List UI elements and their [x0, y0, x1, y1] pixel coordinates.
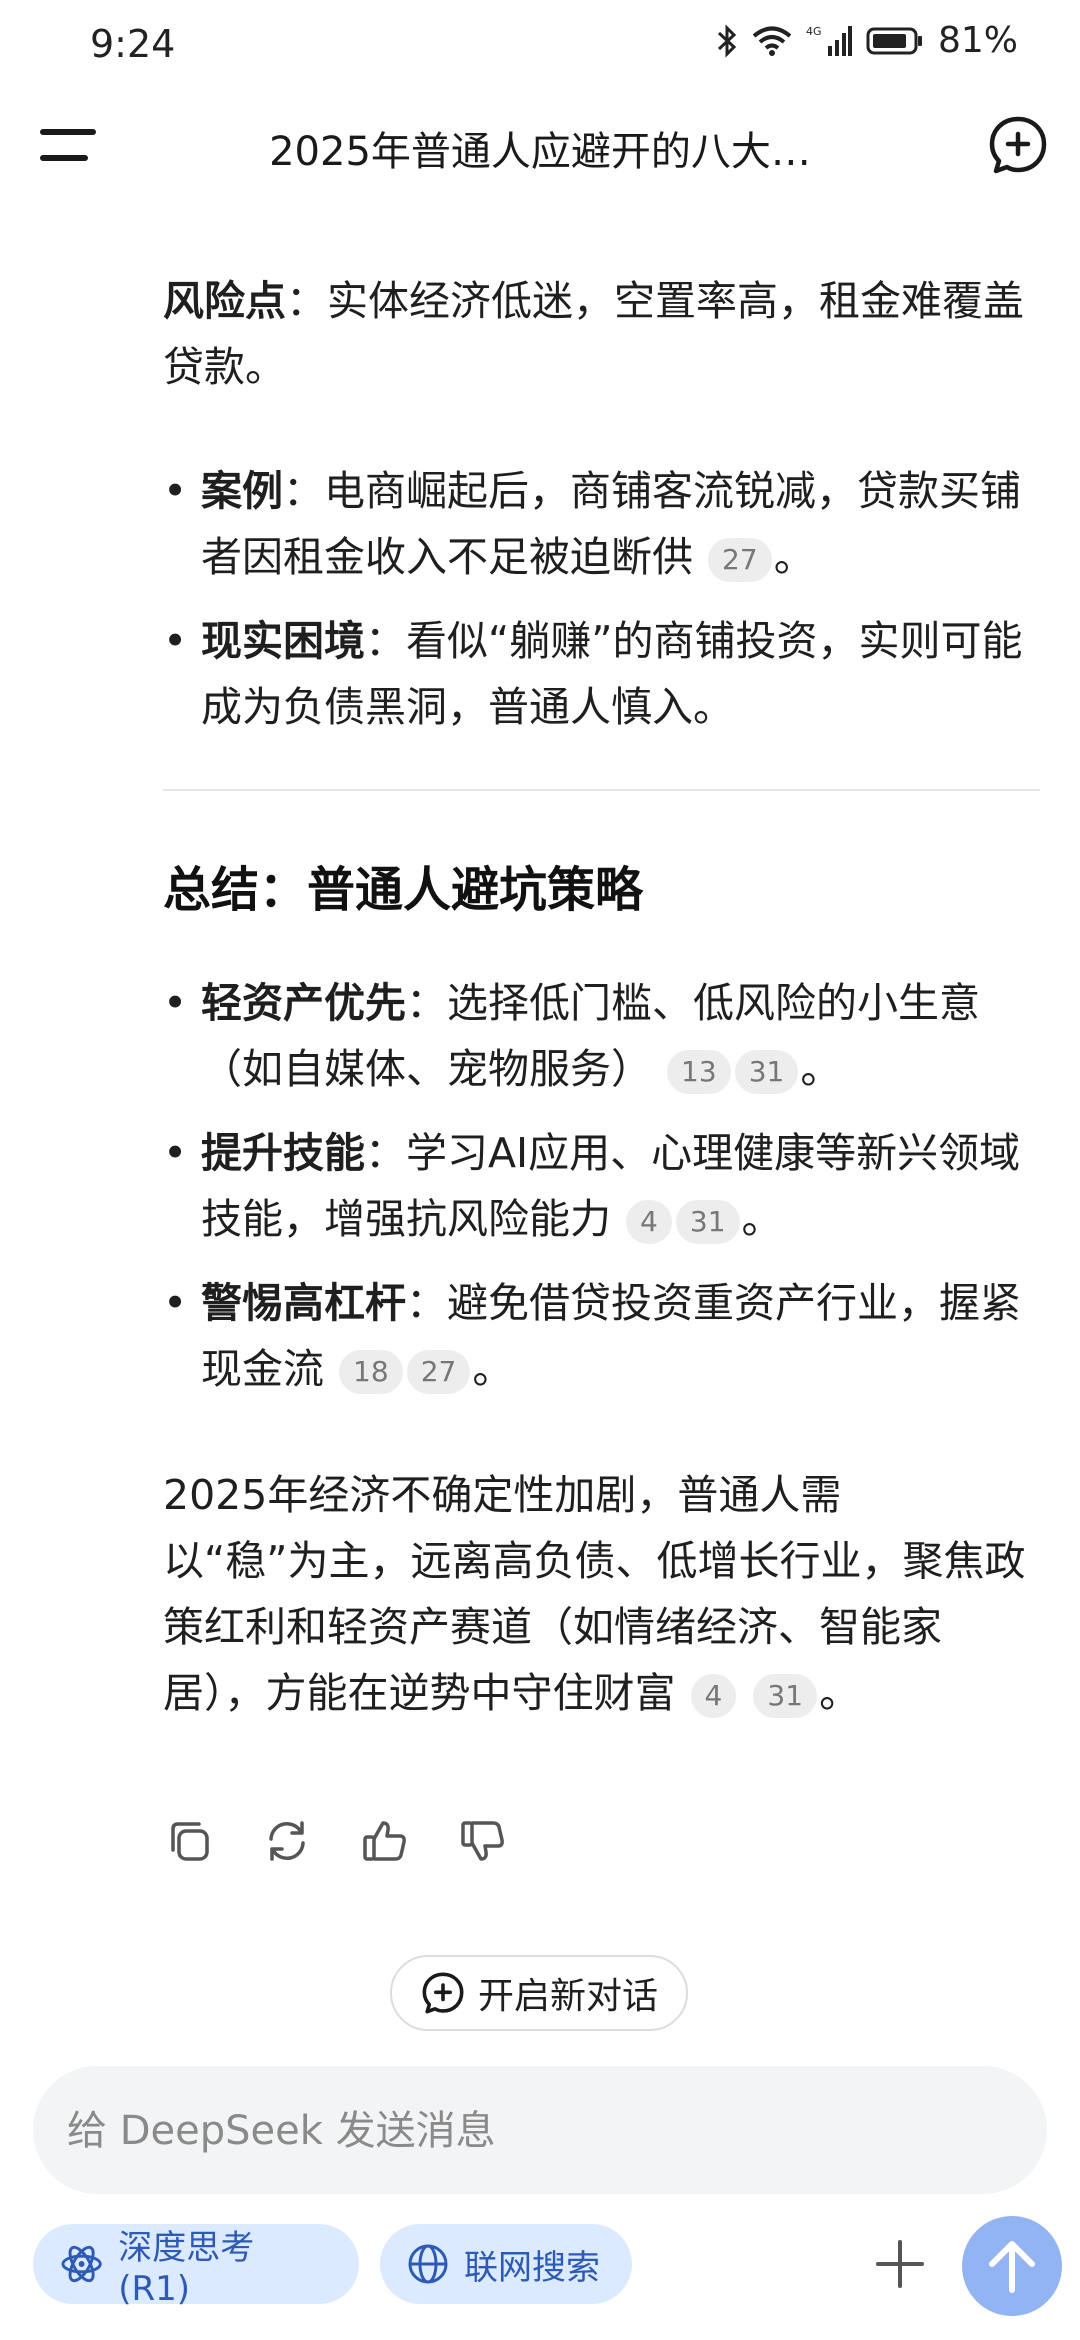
bullet-label: 轻资产优先 [201, 979, 406, 1027]
risk-text: ：实体经济低迷，空置率高，租金难覆盖贷款。 [163, 277, 1024, 391]
status-bar: 9:24 4G 81% [0, 0, 1080, 90]
status-time: 9:24 [90, 22, 176, 66]
divider [163, 789, 1040, 791]
app-header: 2025年普通人应避开的八大… [0, 105, 1080, 185]
battery-percent: 81% [937, 20, 1018, 61]
new-conversation-label: 开启新对话 [477, 1976, 658, 2017]
citation-badge[interactable]: 4 [690, 1674, 737, 1718]
list-item: 警惕高杠杆：避免借贷投资重资产行业，握紧现金流 1827。 [163, 1270, 1043, 1402]
citation-badge[interactable]: 4 [626, 1200, 672, 1244]
bullet-label: 现实困境 [201, 617, 365, 665]
deep-think-toggle[interactable]: 深度思考 (R1) [33, 2224, 359, 2309]
battery-icon [866, 27, 922, 54]
message-actions [163, 1815, 509, 1867]
citation-badge[interactable]: 27 [406, 1350, 471, 1394]
risk-paragraph: 风险点：实体经济低迷，空置率高，租金难覆盖贷款。 [163, 268, 1043, 400]
web-search-toggle[interactable]: 联网搜索 [380, 2224, 632, 2304]
new-chat-icon[interactable] [986, 113, 1050, 177]
bluetooth-icon [717, 23, 737, 58]
message-input[interactable] [65, 2066, 1009, 2196]
conclusion-end: 。 [819, 1669, 861, 1717]
conclusion-text: 以“稳”为主，远离高负债、低增长行业，聚焦政策红利和轻资产赛道（如情绪经济、智能… [163, 1537, 1026, 1717]
bullet-label: 案例 [201, 467, 283, 515]
bullet-label: 提升技能 [201, 1129, 365, 1177]
atom-icon [61, 2245, 102, 2283]
citation-badge[interactable]: 31 [753, 1674, 818, 1718]
citation-badge[interactable]: 31 [734, 1050, 799, 1094]
message-input-container [33, 2066, 1047, 2196]
citation-badge[interactable]: 18 [339, 1350, 403, 1394]
risk-label: 风险点 [163, 277, 286, 325]
conclusion-paragraph: 2025年经济不确定性加剧，普通人需 以“稳”为主，远离高负债、低增长行业，聚焦… [163, 1462, 1043, 1726]
regenerate-icon[interactable] [261, 1815, 313, 1867]
list-item: 现实困境：看似“躺赚”的商铺投资，实则可能成为负债黑洞，普通人慎入。 [163, 608, 1043, 740]
network-type-label: 4G [806, 25, 822, 38]
bullet-end: 。 [773, 533, 815, 581]
new-chat-icon [422, 1972, 464, 2014]
thumbs-down-icon[interactable] [457, 1815, 509, 1867]
list-item: 案例：电商崛起后，商铺客流锐减，贷款买铺者因租金收入不足被迫断供 27。 [163, 458, 1043, 590]
web-search-label: 联网搜索 [464, 2247, 600, 2288]
deep-think-label: 深度思考 (R1) [118, 2227, 255, 2309]
bullet-label: 警惕高杠杆 [201, 1279, 406, 1327]
bullet-end: 。 [800, 1045, 842, 1093]
attach-plus-icon[interactable] [872, 2236, 928, 2292]
citation-badge[interactable]: 27 [708, 538, 772, 582]
bullet-end: 。 [741, 1195, 783, 1243]
page-title: 2025年普通人应避开的八大… [269, 129, 811, 175]
status-icons: 4G 81% [716, 20, 1018, 61]
citation-badge[interactable]: 13 [667, 1050, 731, 1094]
summary-heading: 总结：普通人避坑策略 [163, 862, 644, 918]
list-item: 轻资产优先：选择低门槛、低风险的小生意（如自媒体、宠物服务） 1331。 [163, 970, 1043, 1102]
conclusion-line1: 2025年经济不确定性加剧，普通人需 [163, 1471, 842, 1519]
thumbs-up-icon[interactable] [359, 1815, 411, 1867]
wifi-icon [752, 26, 792, 56]
arrow-up-icon [989, 2241, 1035, 2293]
send-button[interactable] [962, 2216, 1062, 2316]
citation-badge[interactable]: 31 [675, 1200, 740, 1244]
bullet-end: 。 [472, 1345, 514, 1393]
copy-icon[interactable] [163, 1815, 215, 1867]
new-conversation-button[interactable]: 开启新对话 [390, 1955, 688, 2031]
cellular-signal-icon: 4G [806, 25, 852, 56]
globe-icon [408, 2244, 448, 2284]
bullet-text: ：电商崛起后，商铺客流锐减，贷款买铺者因租金收入不足被迫断供 [201, 467, 1021, 581]
list-item: 提升技能：学习AI应用、心理健康等新兴领域技能，增强抗风险能力 431。 [163, 1120, 1043, 1252]
